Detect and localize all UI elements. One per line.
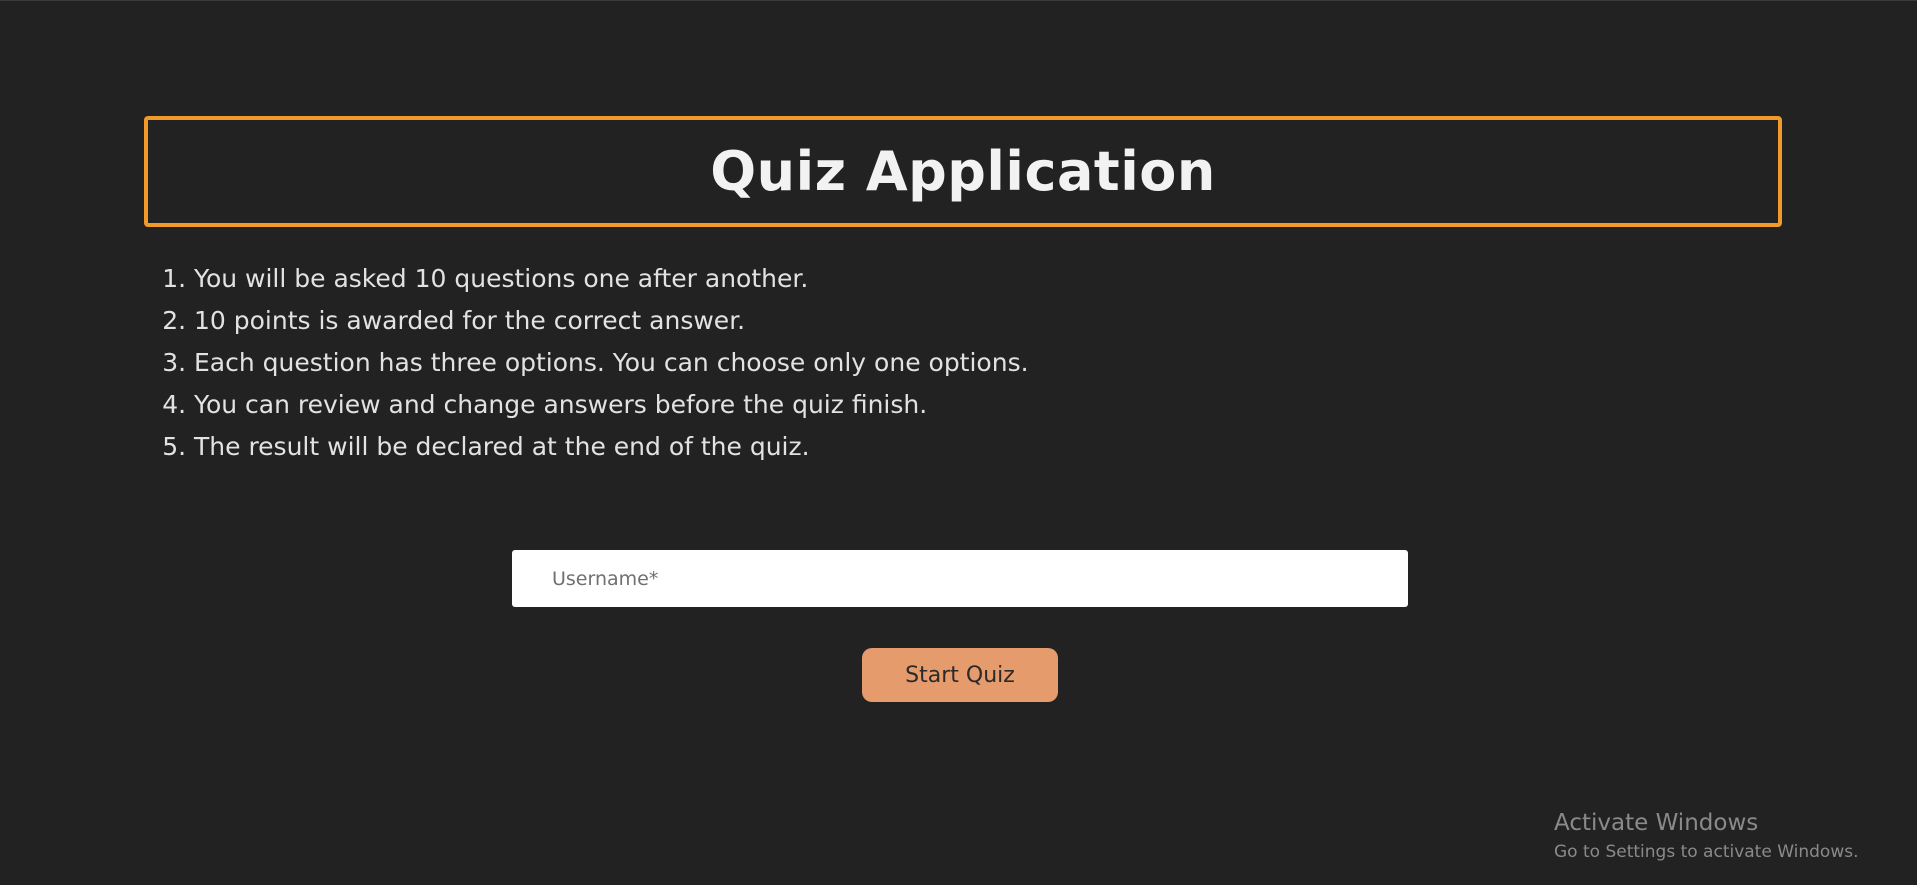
top-divider — [0, 0, 1917, 1]
rule-item: You will be asked 10 questions one after… — [194, 258, 1200, 300]
rule-item: You can review and change answers before… — [194, 384, 1200, 426]
title-box: Quiz Application — [144, 116, 1782, 227]
rule-item: 10 points is awarded for the correct ans… — [194, 300, 1200, 342]
activate-windows-watermark: Activate Windows Go to Settings to activ… — [1554, 808, 1859, 864]
watermark-title: Activate Windows — [1554, 810, 1759, 836]
start-quiz-button[interactable]: Start Quiz — [862, 648, 1058, 702]
watermark-subtitle: Go to Settings to activate Windows. — [1554, 842, 1859, 862]
rules-list: You will be asked 10 questions one after… — [0, 258, 1200, 468]
page-title: Quiz Application — [710, 140, 1216, 203]
rule-item: Each question has three options. You can… — [194, 342, 1200, 384]
rule-item: The result will be declared at the end o… — [194, 426, 1200, 468]
username-input[interactable] — [512, 550, 1408, 607]
